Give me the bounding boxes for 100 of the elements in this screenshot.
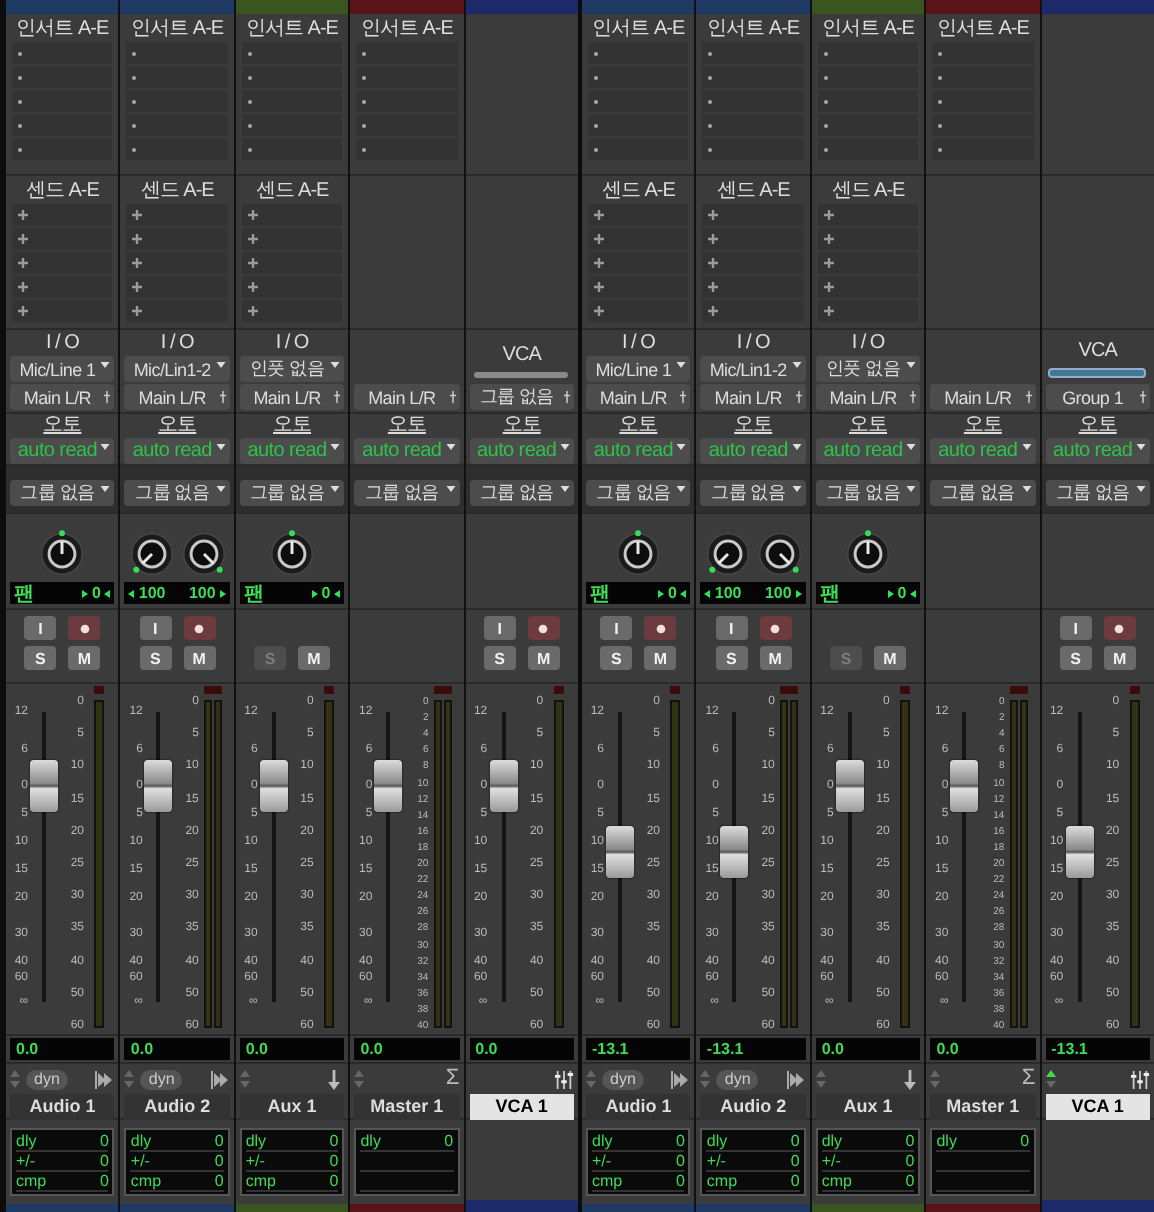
record-button[interactable]	[68, 616, 101, 640]
automation-mode-selector[interactable]: auto read	[10, 438, 115, 464]
track-name[interactable]: VCA 1	[1045, 1094, 1151, 1120]
mute-button[interactable]: M	[644, 646, 677, 670]
fader-icon[interactable]	[1130, 1069, 1151, 1089]
record-button[interactable]	[527, 616, 560, 640]
automation-mode-selector[interactable]: auto read	[815, 438, 921, 464]
down-arrow-icon[interactable]	[324, 1069, 345, 1089]
insert-slot[interactable]	[12, 90, 113, 112]
insert-slot[interactable]	[702, 90, 804, 112]
insert-slot[interactable]	[356, 90, 458, 112]
fader-handle[interactable]	[489, 759, 518, 812]
up-down-arrows-icon[interactable]	[586, 1070, 596, 1088]
track-name[interactable]: Master 1	[354, 1094, 460, 1120]
send-slot[interactable]	[12, 276, 113, 298]
pan-value[interactable]: 100	[188, 584, 216, 602]
send-slot[interactable]	[241, 228, 343, 250]
send-slot[interactable]	[126, 204, 228, 226]
up-down-arrows-icon[interactable]	[10, 1070, 20, 1088]
insert-slot[interactable]	[356, 138, 458, 160]
track-name[interactable]: Aux 1	[815, 1094, 921, 1120]
up-down-arrows-icon[interactable]	[815, 1070, 826, 1088]
send-arrow-icon[interactable]	[209, 1069, 230, 1089]
pan-readout[interactable]: 팬 0	[239, 582, 345, 604]
group-selector[interactable]: 그룹 없음	[700, 480, 806, 506]
vca-group-selector[interactable]: Group 1	[1045, 384, 1151, 410]
record-button[interactable]	[183, 616, 216, 640]
insert-slot[interactable]	[817, 90, 919, 112]
fader-handle[interactable]	[720, 825, 749, 878]
volume-readout[interactable]: 0.0	[124, 1038, 230, 1060]
input-monitor-button[interactable]: I	[139, 616, 172, 640]
insert-slot[interactable]	[702, 138, 804, 160]
fader-handle[interactable]	[374, 759, 403, 812]
send-arrow-icon[interactable]	[94, 1069, 115, 1089]
input-monitor-button[interactable]: I	[1059, 616, 1092, 640]
vca-group-selector[interactable]: 그룹 없음	[469, 384, 575, 410]
mute-button[interactable]: M	[527, 646, 560, 670]
volume-readout[interactable]: -13.1	[586, 1038, 691, 1060]
track-name[interactable]: Audio 1	[10, 1094, 115, 1120]
dyn-button[interactable]: dyn	[26, 1069, 68, 1089]
send-slot[interactable]	[817, 276, 919, 298]
fader-handle[interactable]	[950, 759, 979, 812]
automation-mode-selector[interactable]: auto read	[586, 438, 691, 464]
pan-value[interactable]: 100	[714, 584, 742, 602]
pan-readout[interactable]: 팬 0	[815, 582, 921, 604]
input-selector[interactable]: 인풋 없음	[815, 356, 921, 382]
insert-slot[interactable]	[932, 66, 1034, 88]
insert-slot[interactable]	[817, 42, 919, 64]
input-monitor-button[interactable]: I	[483, 616, 516, 640]
track-name[interactable]: VCA 1	[469, 1094, 575, 1120]
mute-button[interactable]: M	[183, 646, 216, 670]
fader-handle[interactable]	[259, 759, 288, 812]
insert-slot[interactable]	[126, 138, 228, 160]
insert-slot[interactable]	[241, 138, 343, 160]
mute-button[interactable]: M	[1103, 646, 1136, 670]
send-slot[interactable]	[126, 276, 228, 298]
down-arrow-icon[interactable]	[900, 1069, 921, 1089]
fader-handle[interactable]	[1065, 825, 1094, 878]
volume-readout[interactable]: 0.0	[469, 1038, 575, 1060]
input-selector[interactable]: Mic/Line 1	[586, 356, 691, 382]
output-selector[interactable]: Main L/R	[930, 384, 1036, 410]
pan-readout[interactable]: 팬 0	[10, 582, 115, 604]
pan-value[interactable]: 100	[138, 584, 166, 602]
automation-mode-selector[interactable]: auto read	[700, 438, 806, 464]
record-button[interactable]	[1103, 616, 1136, 640]
insert-slot[interactable]	[932, 138, 1034, 160]
insert-slot[interactable]	[588, 138, 689, 160]
fader-handle[interactable]	[606, 825, 634, 878]
insert-slot[interactable]	[241, 114, 343, 136]
volume-readout[interactable]: 0.0	[930, 1038, 1036, 1060]
input-selector[interactable]: 인풋 없음	[239, 356, 345, 382]
send-arrow-icon[interactable]	[670, 1069, 691, 1089]
insert-slot[interactable]	[588, 114, 689, 136]
volume-readout[interactable]: 0.0	[815, 1038, 921, 1060]
pan-knob[interactable]	[268, 530, 317, 578]
insert-slot[interactable]	[932, 90, 1034, 112]
insert-slot[interactable]	[241, 42, 343, 64]
send-slot[interactable]	[817, 300, 919, 322]
fader-icon[interactable]	[554, 1069, 575, 1089]
group-selector[interactable]: 그룹 없음	[124, 480, 230, 506]
insert-slot[interactable]	[126, 90, 228, 112]
send-slot[interactable]	[241, 276, 343, 298]
input-monitor-button[interactable]: I	[600, 616, 633, 640]
insert-slot[interactable]	[126, 42, 228, 64]
insert-slot[interactable]	[356, 42, 458, 64]
mute-button[interactable]: M	[874, 646, 907, 670]
insert-slot[interactable]	[932, 114, 1034, 136]
insert-slot[interactable]	[126, 114, 228, 136]
mute-button[interactable]: M	[298, 646, 331, 670]
send-slot[interactable]	[241, 300, 343, 322]
dyn-button[interactable]: dyn	[602, 1069, 644, 1089]
send-slot[interactable]	[12, 228, 113, 250]
solo-button[interactable]: S	[600, 646, 633, 670]
track-name[interactable]: Aux 1	[239, 1094, 345, 1120]
send-slot[interactable]	[12, 252, 113, 274]
insert-slot[interactable]	[12, 66, 113, 88]
send-slot[interactable]	[702, 252, 804, 274]
insert-slot[interactable]	[932, 42, 1034, 64]
insert-slot[interactable]	[588, 66, 689, 88]
insert-slot[interactable]	[817, 66, 919, 88]
